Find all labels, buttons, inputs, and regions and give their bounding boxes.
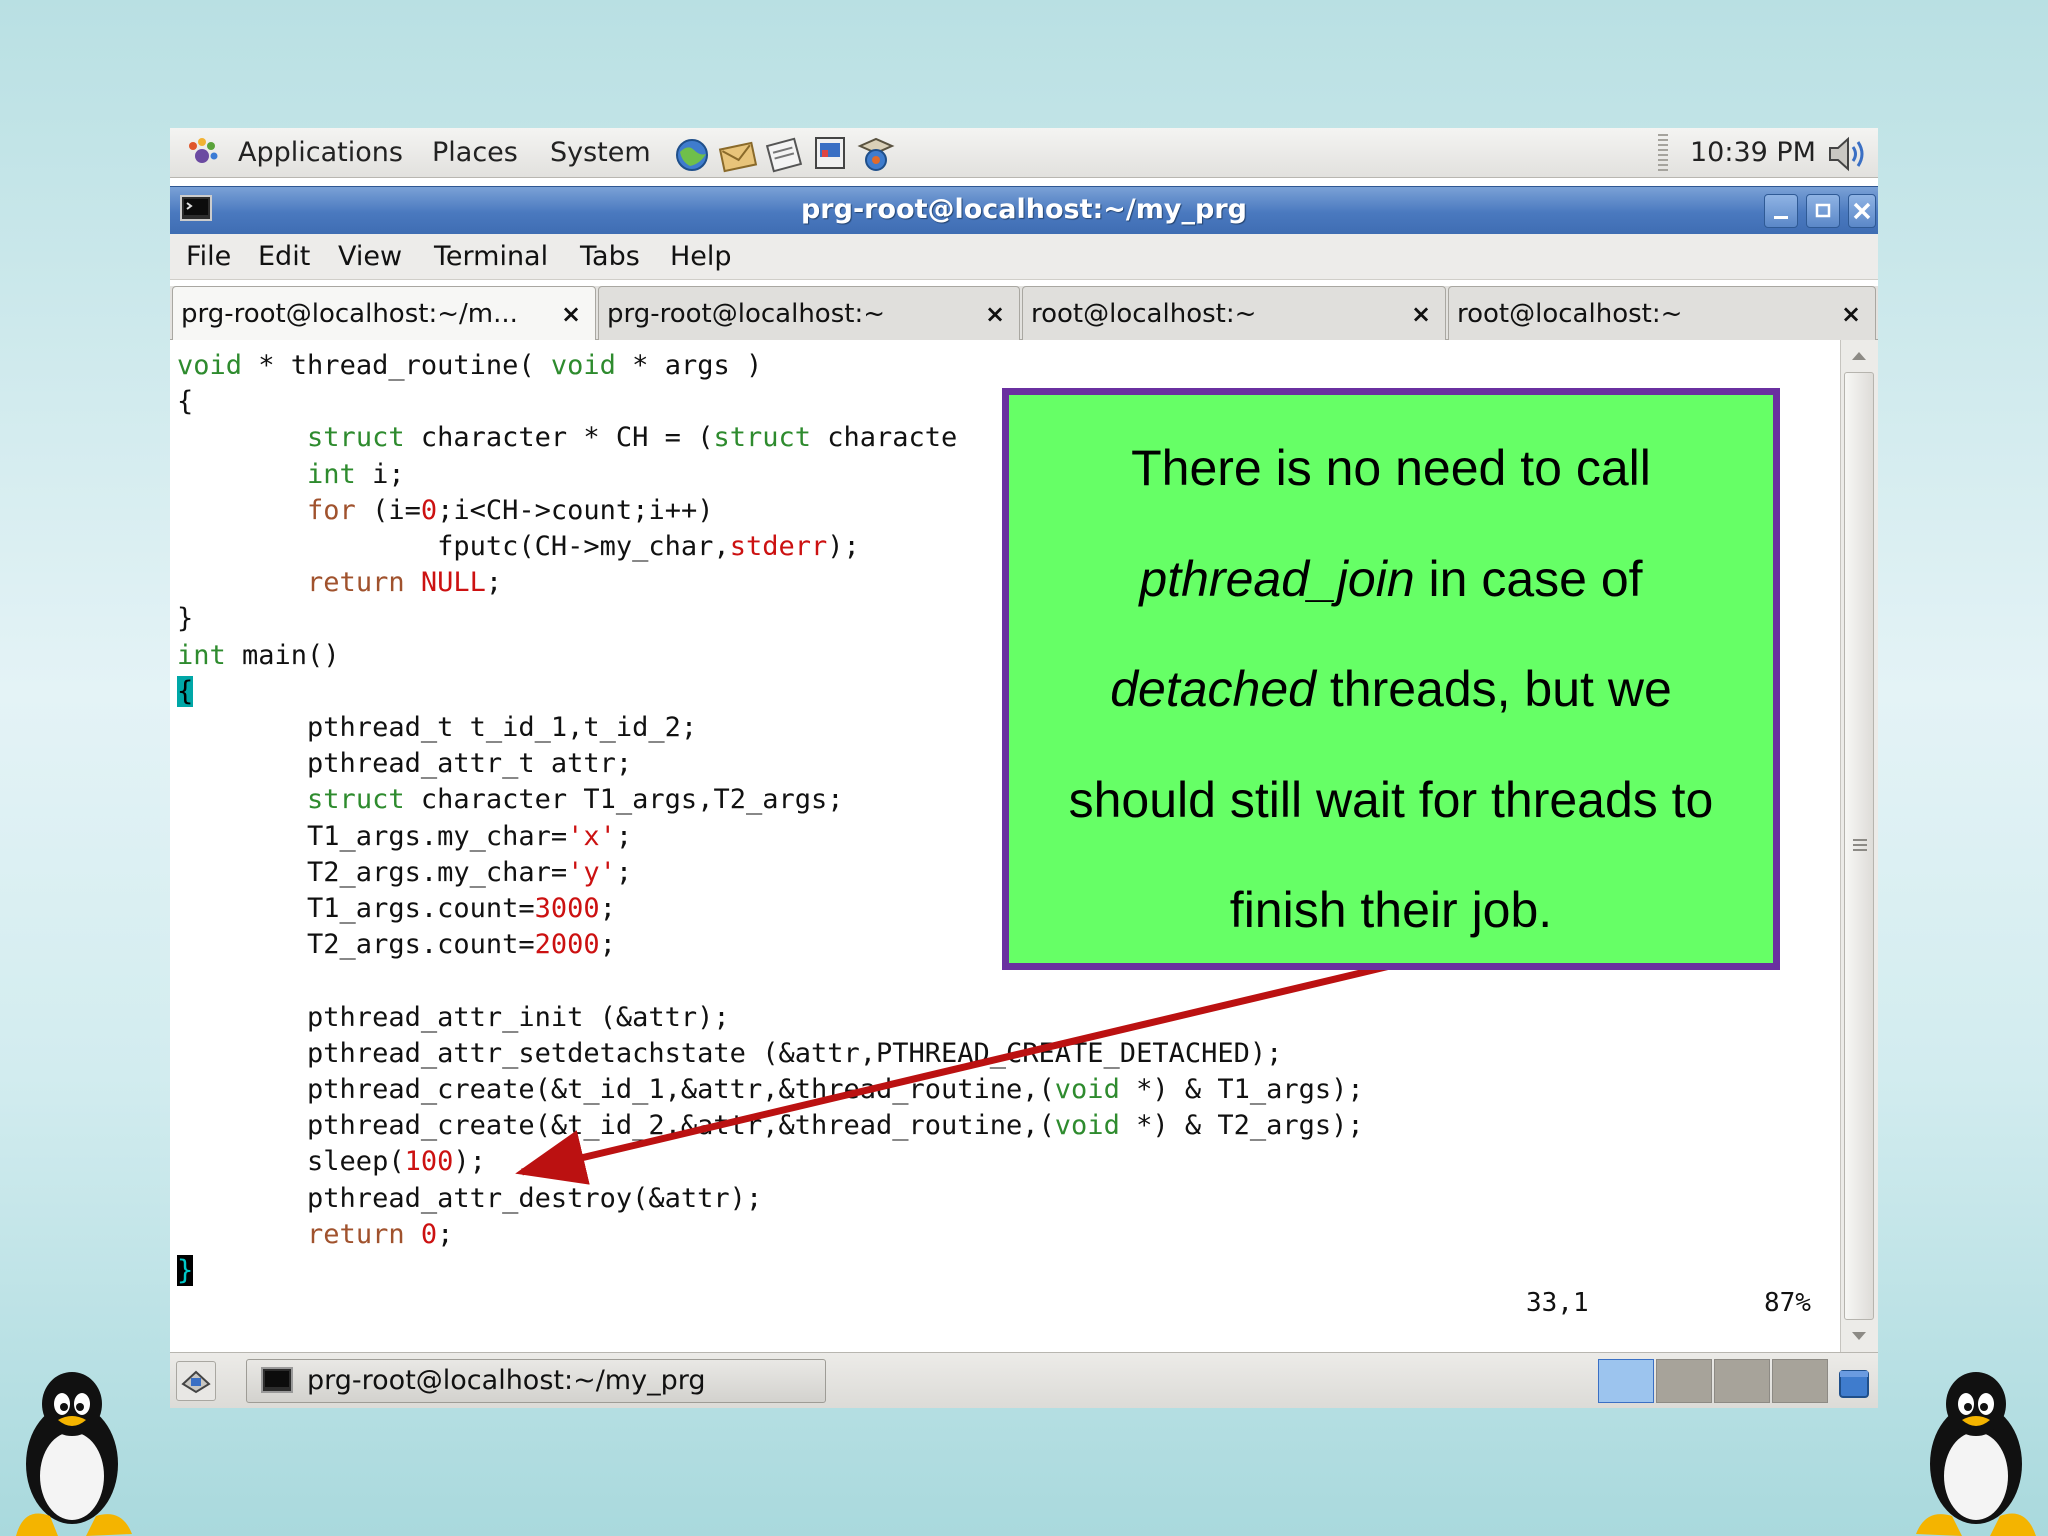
cursor-position: 33,1 [1526,1288,1589,1318]
taskbar-window-button[interactable]: prg-root@localhost:~/my_prg [246,1359,826,1403]
maximize-icon [1815,203,1831,218]
bracket-highlight: { [177,675,194,707]
code-line: } [177,603,194,635]
tab-4[interactable]: root@localhost:~ × [1448,286,1876,340]
close-icon [1853,202,1871,220]
thumb-grip [1853,839,1867,853]
minimize-icon [1774,216,1788,219]
presentation-icon[interactable] [810,134,850,174]
code-line: return NULL; [307,567,503,599]
code-line: pthread_attr_init (&attr); [177,1001,730,1033]
menubar: File Edit View Terminal Tabs Help [170,234,1878,280]
system-menu[interactable]: System [550,136,651,170]
clock[interactable]: 10:39 PM [1690,136,1816,170]
tab-label: prg-root@localhost:~/m... [181,299,518,329]
callout-emphasis: pthread_join [1139,551,1415,607]
callout-line-3: detached threads, but we [1110,661,1672,717]
window-title: prg-root@localhost:~/my_prg [800,194,1247,225]
annotation-callout: There is no need to call pthread_join in… [1002,388,1780,970]
text-cursor: } [177,1255,194,1287]
workspace-3[interactable] [1714,1359,1770,1403]
panel-handle[interactable] [1658,134,1668,174]
top-panel: Applications Places System 10:39 PM [170,128,1878,178]
tab-bar: prg-root@localhost:~/m... × prg-root@loc… [170,286,1878,341]
code-line: pthread_attr_setdetachstate (&attr,PTHRE… [177,1037,1283,1069]
menu-terminal[interactable]: Terminal [434,240,548,274]
tux-penguin-icon [16,1372,132,1536]
code-line: { [177,386,194,418]
scroll-up-icon[interactable] [1844,342,1874,370]
trash-icon[interactable] [1836,1365,1872,1401]
tab-label: root@localhost:~ [1031,299,1257,329]
menu-view[interactable]: View [338,240,402,274]
applications-menu[interactable]: Applications [238,136,403,170]
code-line: int i; [307,458,405,490]
workspace-1[interactable] [1598,1359,1654,1403]
show-desktop-button[interactable] [176,1361,216,1401]
maximize-button[interactable] [1806,194,1840,228]
tux-penguin-icon [1916,1372,2036,1536]
code-line: T1_args.count=3000; [177,893,616,925]
menu-tabs[interactable]: Tabs [580,240,640,274]
callout-line-2: pthread_join in case of [1139,551,1643,607]
email-client-icon[interactable] [718,134,758,174]
code-line: T2_args.my_char='y'; [177,856,633,888]
minimize-button[interactable] [1764,194,1798,228]
scrollbar-thumb[interactable] [1844,372,1874,1320]
bottom-panel: prg-root@localhost:~/my_prg [170,1352,1878,1408]
terminal-icon [261,1367,293,1393]
text-editor-icon[interactable] [764,134,804,174]
menu-file[interactable]: File [186,240,231,274]
code-line: fputc(CH->my_char,stderr); [177,531,860,563]
menu-edit[interactable]: Edit [258,240,310,274]
taskbar-window-label: prg-root@localhost:~/my_prg [307,1365,706,1396]
code-line: void * thread_routine( void * args ) [177,350,763,381]
places-menu[interactable]: Places [432,136,518,170]
tab-label: root@localhost:~ [1457,299,1683,329]
tab-2[interactable]: prg-root@localhost:~ × [598,286,1020,340]
tab-close-icon[interactable]: × [1409,297,1433,331]
screenshot-camera-icon[interactable] [856,134,896,174]
callout-line-5: finish their job. [1229,882,1553,938]
workspace-2[interactable] [1656,1359,1712,1403]
volume-icon[interactable] [1826,134,1870,174]
vertical-scrollbar[interactable] [1840,340,1878,1352]
callout-line-1: There is no need to call [1131,440,1651,496]
scroll-down-icon[interactable] [1844,1322,1874,1350]
code-line: int main() [177,639,340,671]
menu-help[interactable]: Help [670,240,732,274]
tab-3[interactable]: root@localhost:~ × [1022,286,1446,340]
code-line: pthread_attr_destroy(&attr); [177,1182,763,1214]
code-line: { [177,675,194,707]
code-line: struct character T1_args,T2_args; [307,784,844,816]
code-line: return 0; [307,1218,454,1250]
tab-close-icon[interactable]: × [983,297,1007,331]
code-line: struct character * CH = (struct characte [307,422,958,454]
code-line: pthread_t t_id_1,t_id_2; [177,712,698,744]
gnome-foot-icon[interactable] [184,136,220,172]
code-line: pthread_attr_t attr; [177,748,633,780]
show-desktop-icon [181,1370,211,1394]
tab-close-icon[interactable]: × [1839,297,1863,331]
code-line: T1_args.my_char='x'; [177,820,633,852]
tab-close-icon[interactable]: × [559,297,583,331]
web-browser-icon[interactable] [672,134,712,174]
code-line: } [177,1255,194,1287]
callout-line-4: should still wait for threads to [1068,772,1714,828]
code-line: pthread_create(&t_id_2,&attr,&thread_rou… [177,1110,1364,1142]
tab-label: prg-root@localhost:~ [607,299,886,329]
code-line: T2_args.count=2000; [177,929,616,961]
code-line: sleep(100); [177,1146,486,1178]
code-line: pthread_create(&t_id_1,&attr,&thread_rou… [177,1074,1364,1106]
callout-emphasis: detached [1110,661,1316,717]
window-title-bar[interactable]: prg-root@localhost:~/my_prg [170,186,1878,234]
tab-1[interactable]: prg-root@localhost:~/m... × [172,286,596,341]
close-button[interactable] [1848,194,1876,228]
scroll-percent: 87% [1764,1288,1811,1318]
code-line: for (i=0;i<CH->count;i++) [307,494,714,526]
workspace-4[interactable] [1772,1359,1828,1403]
